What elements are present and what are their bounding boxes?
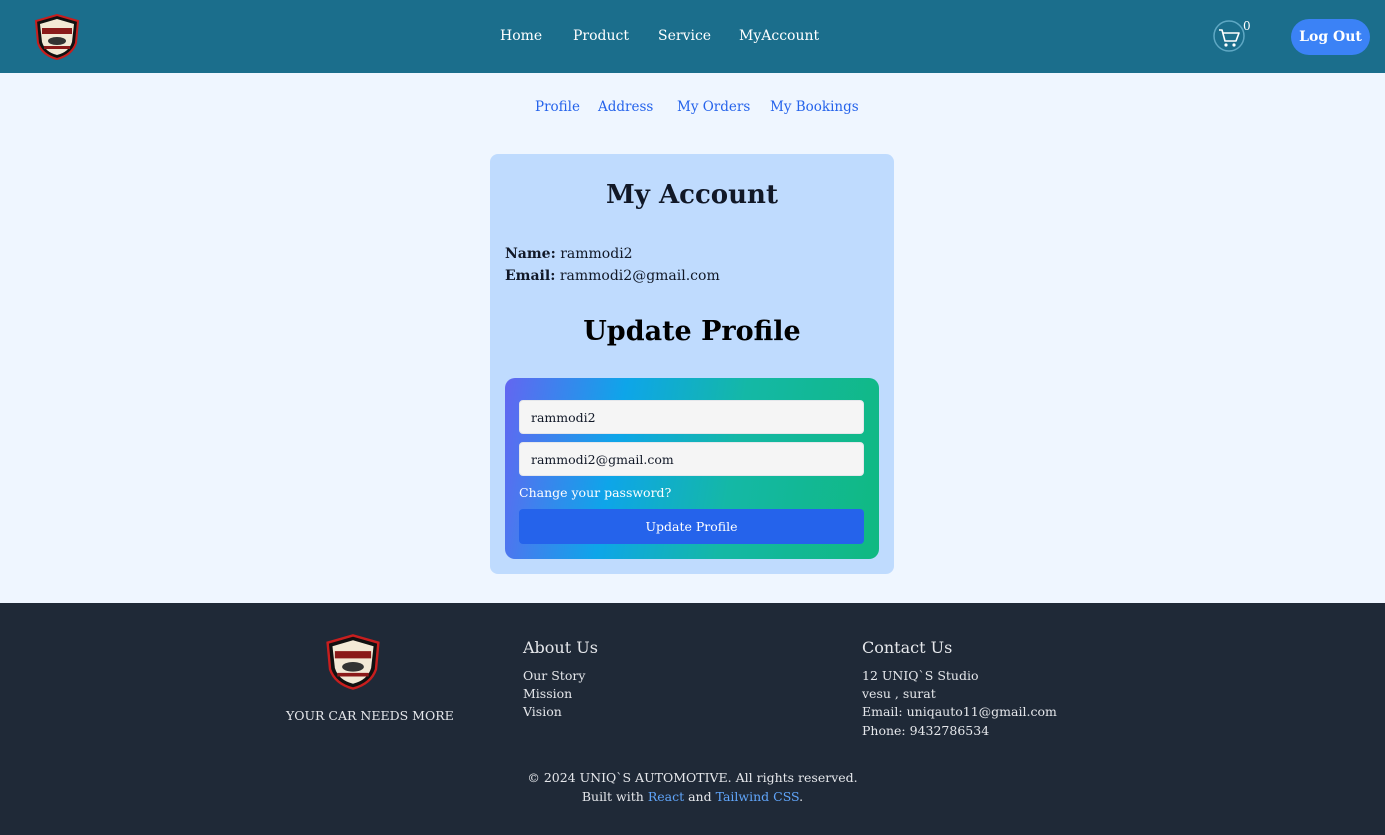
account-email-row: Email: rammodi2@gmail.com [505, 268, 720, 284]
copyright: © 2024 UNIQ`S AUTOMOTIVE. All rights res… [527, 770, 858, 785]
top-nav-bar: Home Product Service MyAccount 0 Log Out [0, 0, 1385, 73]
email-label: Email: [505, 268, 556, 284]
account-title: My Account [606, 180, 778, 210]
cart-icon[interactable] [1213, 19, 1247, 53]
footer-logo [324, 633, 382, 691]
update-profile-form: Change your password? Update Profile [505, 378, 879, 559]
account-card: My Account Name: rammodi2 Email: rammodi… [490, 154, 894, 574]
about-link-vision[interactable]: Vision [523, 704, 562, 719]
nav-myaccount[interactable]: MyAccount [739, 28, 819, 44]
footer-tagline: YOUR CAR NEEDS MORE [286, 708, 454, 723]
nav-product[interactable]: Product [573, 28, 629, 44]
account-name-row: Name: rammodi2 [505, 246, 633, 262]
name-label: Name: [505, 246, 556, 262]
built-with: Built with React and Tailwind CSS. [0, 789, 1385, 804]
react-link[interactable]: React [648, 789, 684, 804]
logout-button[interactable]: Log Out [1291, 19, 1370, 55]
update-profile-title: Update Profile [583, 316, 801, 347]
tailwind-link[interactable]: Tailwind CSS [716, 789, 800, 804]
contact-email: Email: uniqauto11@gmail.com [862, 704, 1057, 719]
name-input[interactable] [519, 400, 864, 434]
contact-address-line2: vesu , surat [862, 686, 936, 701]
brand-logo[interactable] [34, 13, 80, 61]
footer: YOUR CAR NEEDS MORE About Us Our Story M… [0, 603, 1385, 835]
nav-home[interactable]: Home [500, 28, 542, 44]
email-input[interactable] [519, 442, 864, 476]
update-profile-button[interactable]: Update Profile [519, 509, 864, 544]
email-value: rammodi2@gmail.com [559, 268, 720, 284]
contact-heading: Contact Us [862, 638, 953, 657]
contact-address-line1: 12 UNIQ`S Studio [862, 668, 979, 683]
name-value: rammodi2 [560, 246, 633, 262]
change-password-link[interactable]: Change your password? [519, 485, 671, 500]
subnav-address[interactable]: Address [598, 99, 653, 115]
built-and: and [688, 789, 712, 804]
subnav-my-orders[interactable]: My Orders [677, 99, 750, 115]
contact-phone: Phone: 9432786534 [862, 723, 990, 738]
built-prefix: Built with [581, 789, 644, 804]
built-suffix: . [799, 789, 804, 804]
about-heading: About Us [523, 638, 598, 657]
about-link-our-story[interactable]: Our Story [523, 668, 585, 683]
cart-count-badge: 0 [1243, 19, 1251, 33]
about-link-mission[interactable]: Mission [523, 686, 572, 701]
nav-service[interactable]: Service [658, 28, 711, 44]
subnav-profile[interactable]: Profile [535, 99, 580, 115]
subnav-my-bookings[interactable]: My Bookings [770, 99, 859, 115]
